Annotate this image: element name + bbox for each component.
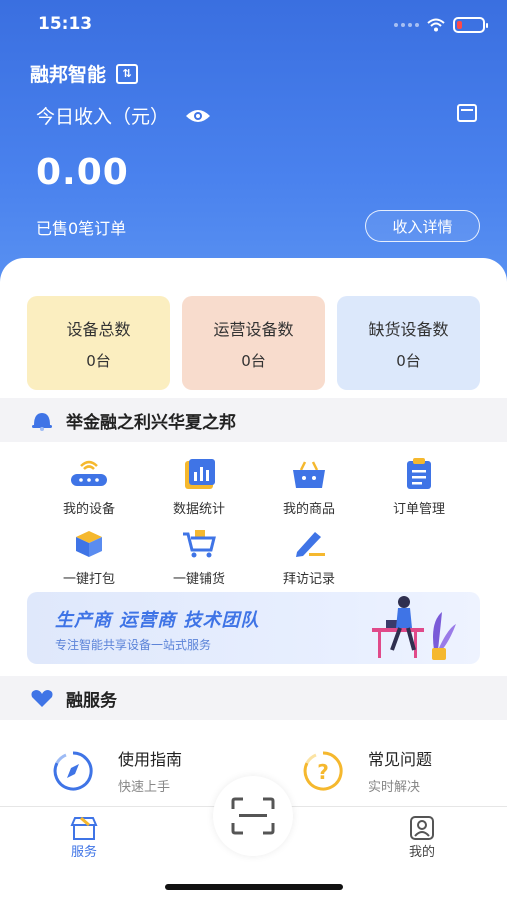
home-indicator bbox=[165, 884, 343, 890]
router-icon bbox=[69, 454, 109, 494]
stat-label: 运营设备数 bbox=[213, 319, 294, 339]
guide-text: 常见问题 实时解决 bbox=[368, 746, 432, 795]
compass-icon bbox=[53, 750, 93, 790]
cart-icon bbox=[179, 524, 219, 564]
pen-icon bbox=[289, 524, 329, 564]
stat-label: 缺货设备数 bbox=[368, 319, 449, 339]
stat-value: 0台 bbox=[241, 351, 266, 370]
calendar-icon[interactable] bbox=[457, 104, 477, 122]
profile-icon bbox=[410, 816, 434, 840]
switch-icon[interactable]: ⇅ bbox=[116, 63, 139, 84]
tab-mine[interactable]: 我的 bbox=[382, 815, 462, 860]
stat-card-operating-devices[interactable]: 运营设备数 0台 bbox=[182, 296, 325, 390]
banner-title: 生产商 运营商 技术团队 bbox=[55, 610, 260, 631]
shop-icon bbox=[70, 816, 98, 840]
bell-icon bbox=[32, 413, 52, 431]
grid-item-visit-records[interactable]: 拜访记录 bbox=[254, 524, 364, 587]
heart-icon bbox=[31, 690, 53, 707]
main-panel: 设备总数 0台 运营设备数 0台 缺货设备数 0台 举金融之利兴华夏之邦 我的设… bbox=[0, 258, 507, 818]
income-detail-button[interactable]: 收入详情 bbox=[365, 210, 480, 242]
wifi-icon bbox=[427, 18, 445, 32]
clipboard-icon bbox=[399, 454, 439, 494]
brand-name: 融邦智能 bbox=[30, 64, 107, 86]
grid-item-label: 一键铺货 bbox=[172, 572, 225, 587]
grid-item-statistics[interactable]: 数据统计 bbox=[144, 454, 254, 517]
stat-card-out-of-stock[interactable]: 缺货设备数 0台 bbox=[337, 296, 480, 390]
status-time: 15:13 bbox=[38, 14, 93, 34]
office-illustration bbox=[372, 596, 456, 660]
signal-icon bbox=[394, 23, 419, 27]
grid-item-label: 我的商品 bbox=[282, 502, 335, 517]
stat-card-total-devices[interactable]: 设备总数 0台 bbox=[27, 296, 170, 390]
brand-switcher[interactable]: 融邦智能 ⇅ bbox=[30, 60, 139, 87]
service-section-title: 融服务 bbox=[66, 690, 117, 711]
income-label-row: 今日收入（元） bbox=[36, 102, 211, 129]
grid-item-one-click-pack[interactable]: 一键打包 bbox=[34, 524, 144, 587]
header: 15:13 融邦智能 ⇅ 今日收入（元） 0.00 已售0笔订单 收入详情 bbox=[0, 0, 507, 300]
battery-icon bbox=[453, 17, 488, 33]
guide-usage[interactable]: 使用指南 快速上手 bbox=[52, 746, 182, 795]
guide-subtitle: 实时解决 bbox=[368, 780, 421, 795]
status-bar: 15:13 bbox=[0, 14, 507, 38]
stat-value: 0台 bbox=[396, 351, 421, 370]
question-icon: ? bbox=[303, 750, 343, 790]
stat-label: 设备总数 bbox=[66, 319, 131, 339]
slogan-text: 举金融之利兴华夏之邦 bbox=[66, 412, 236, 433]
eye-icon[interactable] bbox=[185, 108, 211, 124]
income-label: 今日收入（元） bbox=[36, 106, 170, 128]
guide-title: 使用指南 bbox=[118, 750, 183, 769]
slogan-bar: 举金融之利兴华夏之邦 bbox=[0, 398, 507, 442]
chart-icon bbox=[179, 454, 219, 494]
scan-icon bbox=[231, 797, 275, 835]
tab-label: 我的 bbox=[408, 845, 435, 860]
guide-title: 常见问题 bbox=[368, 750, 433, 769]
svg-text:?: ? bbox=[317, 760, 329, 784]
scan-button[interactable] bbox=[213, 776, 293, 856]
grid-item-label: 数据统计 bbox=[172, 502, 225, 517]
promo-banner[interactable]: 生产商 运营商 技术团队 专注智能共享设备一站式服务 bbox=[27, 592, 480, 664]
box-icon bbox=[69, 524, 109, 564]
tab-label: 服务 bbox=[70, 845, 97, 860]
basket-icon bbox=[289, 454, 329, 494]
grid-item-label: 拜访记录 bbox=[282, 572, 335, 587]
grid-item-my-products[interactable]: 我的商品 bbox=[254, 454, 364, 517]
service-section-header: 融服务 bbox=[0, 676, 507, 720]
guide-text: 使用指南 快速上手 bbox=[118, 746, 182, 795]
tab-service[interactable]: 服务 bbox=[44, 815, 124, 860]
guide-subtitle: 快速上手 bbox=[118, 780, 171, 795]
guide-faq[interactable]: ? 常见问题 实时解决 bbox=[302, 746, 432, 795]
banner-subtitle: 专注智能共享设备一站式服务 bbox=[55, 638, 212, 652]
income-amount: 0.00 bbox=[36, 152, 129, 193]
grid-item-label: 一键打包 bbox=[62, 572, 115, 587]
stat-value: 0台 bbox=[86, 351, 111, 370]
grid-item-one-click-stock[interactable]: 一键铺货 bbox=[144, 524, 254, 587]
status-icons bbox=[394, 17, 488, 33]
grid-item-label: 我的设备 bbox=[62, 502, 115, 517]
grid-item-label: 订单管理 bbox=[392, 502, 445, 517]
sold-orders-text: 已售0笔订单 bbox=[36, 219, 127, 238]
grid-item-order-management[interactable]: 订单管理 bbox=[364, 454, 474, 517]
grid-item-my-devices[interactable]: 我的设备 bbox=[34, 454, 144, 517]
